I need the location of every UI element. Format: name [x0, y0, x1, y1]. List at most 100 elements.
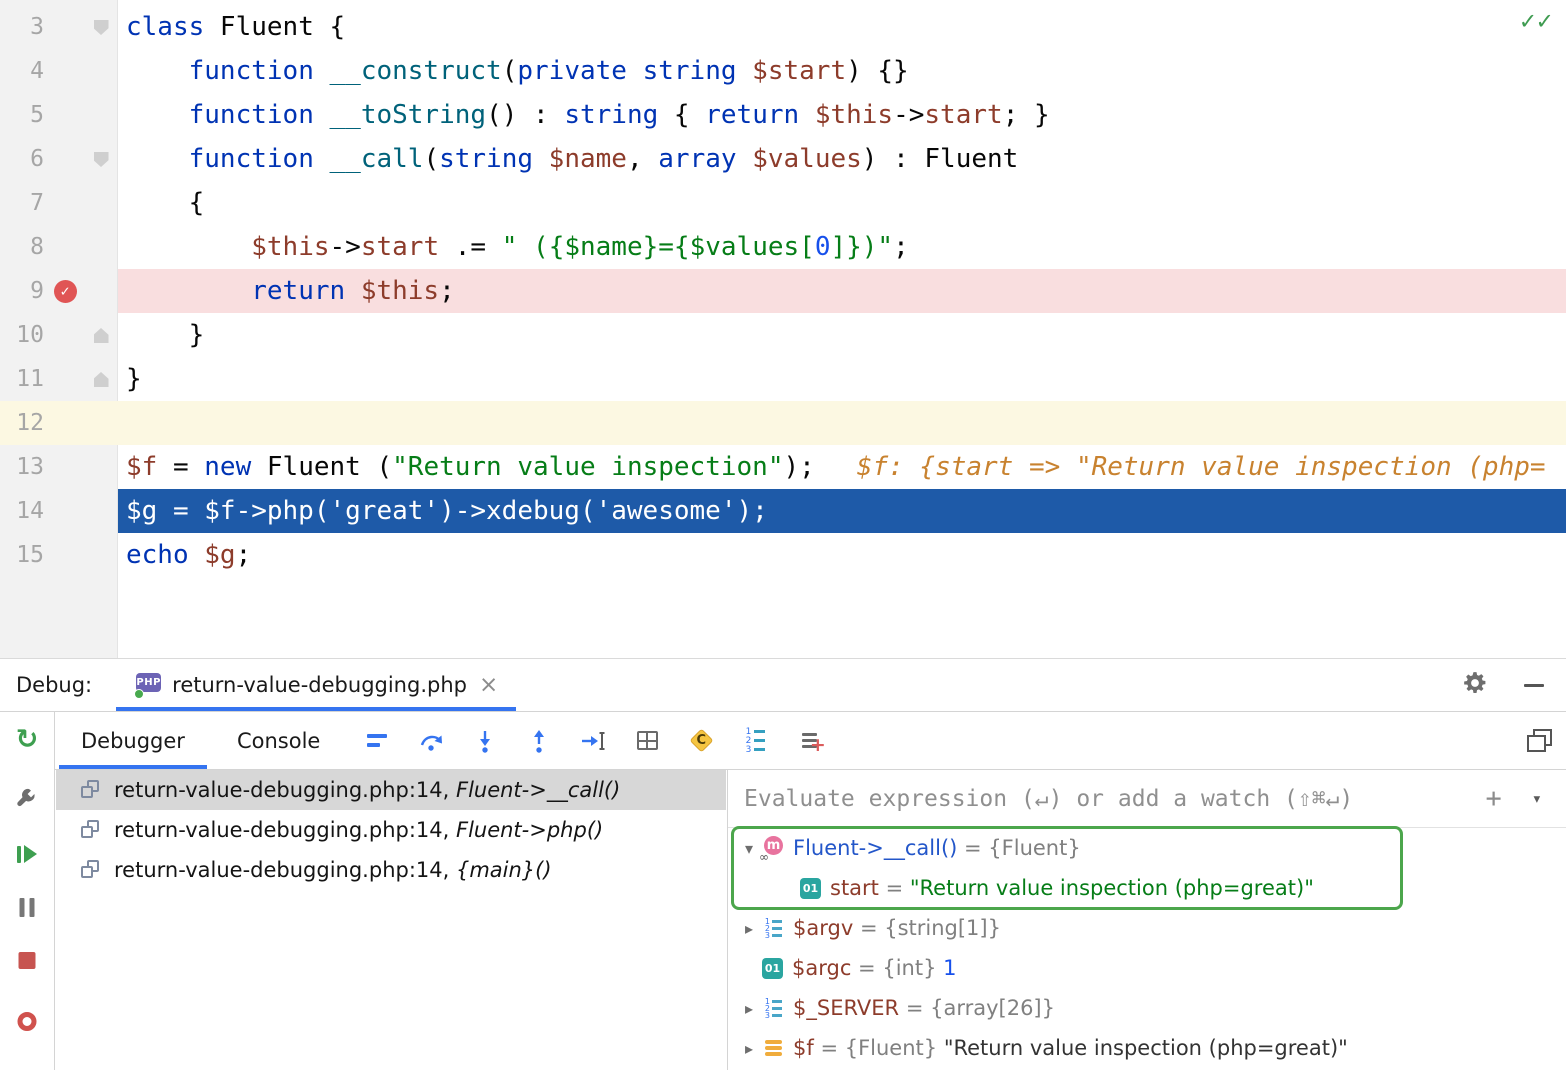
gutter-cell: 6 [0, 137, 118, 181]
tab-debugger-label: Debugger [81, 729, 185, 753]
variable-name: $argv [793, 916, 853, 940]
breakpoint-icon[interactable]: ✓ [54, 280, 77, 303]
check-icon: ✓ [1537, 6, 1552, 35]
dropdown-chevron-icon[interactable]: ▾ [1532, 789, 1542, 809]
header-actions [1462, 670, 1566, 701]
fold-marker-icon[interactable] [94, 20, 109, 35]
method-icon: m∞ [762, 837, 784, 859]
line-number: 11 [0, 357, 44, 401]
code-text: $this->start .= " ({$name}={$values[0]})… [118, 225, 1566, 269]
line-number: 13 [0, 445, 44, 489]
code-text: class Fluent { [118, 5, 1566, 49]
show-values-list-icon[interactable]: 123 [742, 728, 768, 754]
debug-session-tab[interactable]: PHP return-value-debugging.php × [116, 659, 516, 711]
run-status-dot [134, 689, 144, 699]
gutter-cell: 13 [0, 445, 118, 489]
stack-frame-row[interactable]: return-value-debugging.php:14, {main}() [56, 850, 726, 890]
variable-name: $_SERVER [793, 996, 899, 1020]
gutter-cell: 3 [0, 5, 118, 49]
code-line: 9✓ return $this; [0, 269, 1566, 313]
stack-frame-row[interactable]: return-value-debugging.php:14, Fluent->p… [56, 810, 726, 850]
expander-icon[interactable]: ▸ [736, 999, 762, 1018]
frame-label: return-value-debugging.php:14, Fluent->p… [114, 818, 603, 842]
frames-panel: return-value-debugging.php:14, Fluent->_… [56, 770, 726, 1070]
code-line: 8 $this->start .= " ({$name}={$values[0]… [0, 225, 1566, 269]
variable-row[interactable]: ▾m∞Fluent->__call() = {Fluent} [728, 828, 1566, 868]
fold-marker-icon[interactable] [94, 152, 109, 167]
frame-label: return-value-debugging.php:14, {main}() [114, 858, 552, 882]
variable-type: {string[1]} [884, 916, 1001, 940]
tab-debugger[interactable]: Debugger [55, 712, 211, 769]
gutter-cell: 11 [0, 357, 118, 401]
stop-icon[interactable] [19, 952, 36, 969]
line-number: 7 [0, 181, 44, 225]
hide-toolwindow-icon[interactable] [1524, 684, 1544, 687]
code-line: 10 } [0, 313, 1566, 357]
php-console-icon[interactable]: C [688, 728, 714, 754]
layout-settings-icon[interactable] [1527, 729, 1552, 752]
frame-icon [80, 859, 102, 881]
add-watch-plus-icon[interactable]: + [1485, 785, 1501, 812]
expander-icon[interactable]: ▸ [736, 1039, 762, 1058]
tab-console[interactable]: Console [211, 712, 346, 769]
array-icon: 123 [762, 997, 784, 1019]
expander-icon[interactable]: ▸ [736, 919, 762, 938]
editor-lines: 3class Fluent {4 function __construct(pr… [0, 5, 1566, 577]
variable-row[interactable]: ▸123$argv = {string[1]} [728, 908, 1566, 948]
variable-row[interactable]: 01$argc = {int} 1 [728, 948, 1566, 988]
line-number: 10 [0, 313, 44, 357]
primitive-icon: 01 [800, 878, 821, 899]
code-text: } [118, 357, 1566, 401]
equals-sign: = [899, 996, 930, 1020]
step-over-icon[interactable] [418, 728, 444, 754]
new-watch-icon[interactable]: + [796, 728, 822, 754]
view-as-table-icon[interactable] [634, 728, 660, 754]
line-number: 14 [0, 489, 44, 533]
step-into-icon[interactable] [472, 728, 498, 754]
code-text: } [118, 313, 1566, 357]
view-breakpoints-icon[interactable] [18, 1012, 37, 1031]
frame-icon [80, 819, 102, 841]
frame-icon [80, 779, 102, 801]
array-icon: 123 [762, 917, 784, 939]
settings-gear-icon[interactable] [1462, 670, 1488, 701]
code-text [118, 401, 1566, 445]
code-text: function __call(string $name, array $val… [118, 137, 1566, 181]
toolwindow-title: Debug: [0, 673, 92, 697]
evaluate-expression-bar[interactable]: Evaluate expression (↵) or add a watch (… [728, 770, 1566, 828]
resume-program-icon[interactable] [17, 845, 37, 863]
code-text: return $this; [118, 269, 1566, 313]
line-number: 12 [0, 401, 44, 445]
debug-toolbar: Debugger Console C 123 + [55, 712, 1566, 770]
stack-frame-row[interactable]: return-value-debugging.php:14, Fluent->_… [56, 770, 726, 810]
variables-panel: Evaluate expression (↵) or add a watch (… [727, 770, 1566, 1070]
php-file-icon: PHP [134, 672, 162, 699]
frame-label: return-value-debugging.php:14, Fluent->_… [114, 778, 620, 802]
code-editor[interactable]: 3class Fluent {4 function __construct(pr… [0, 0, 1566, 658]
pause-program-icon[interactable] [20, 898, 35, 917]
code-line: 4 function __construct(private string $s… [0, 49, 1566, 93]
console-badge: C [697, 733, 707, 748]
gutter-cell: 9✓ [0, 269, 118, 313]
rerun-debugger-icon[interactable]: ↻ [16, 726, 39, 753]
run-to-cursor-icon[interactable] [580, 728, 606, 754]
equals-sign: = [814, 1036, 845, 1060]
wrench-settings-icon[interactable] [15, 786, 39, 814]
debugger-left-toolbar: ↻ [0, 712, 55, 1070]
variable-value: "Return value inspection (php=great)" [910, 876, 1314, 900]
close-tab-icon[interactable]: × [479, 672, 498, 698]
fold-marker-icon[interactable] [94, 372, 109, 387]
variable-row[interactable]: ▸123$_SERVER = {array[26]} [728, 988, 1566, 1028]
code-line: 11} [0, 357, 1566, 401]
code-text: function __toString() : string { return … [118, 93, 1566, 137]
step-out-icon[interactable] [526, 728, 552, 754]
inspections-widget[interactable]: ✓ ✓ [1520, 6, 1552, 36]
show-execution-point-icon[interactable] [364, 728, 390, 754]
variable-row[interactable]: 01start = "Return value inspection (php=… [728, 868, 1566, 908]
equals-sign: = [957, 836, 988, 860]
fold-marker-icon[interactable] [94, 328, 109, 343]
primitive-icon: 01 [762, 958, 783, 979]
variable-row[interactable]: ▸$f = {Fluent} "Return value inspection … [728, 1028, 1566, 1068]
gutter-cell: 8 [0, 225, 118, 269]
plus-badge: + [810, 734, 826, 756]
